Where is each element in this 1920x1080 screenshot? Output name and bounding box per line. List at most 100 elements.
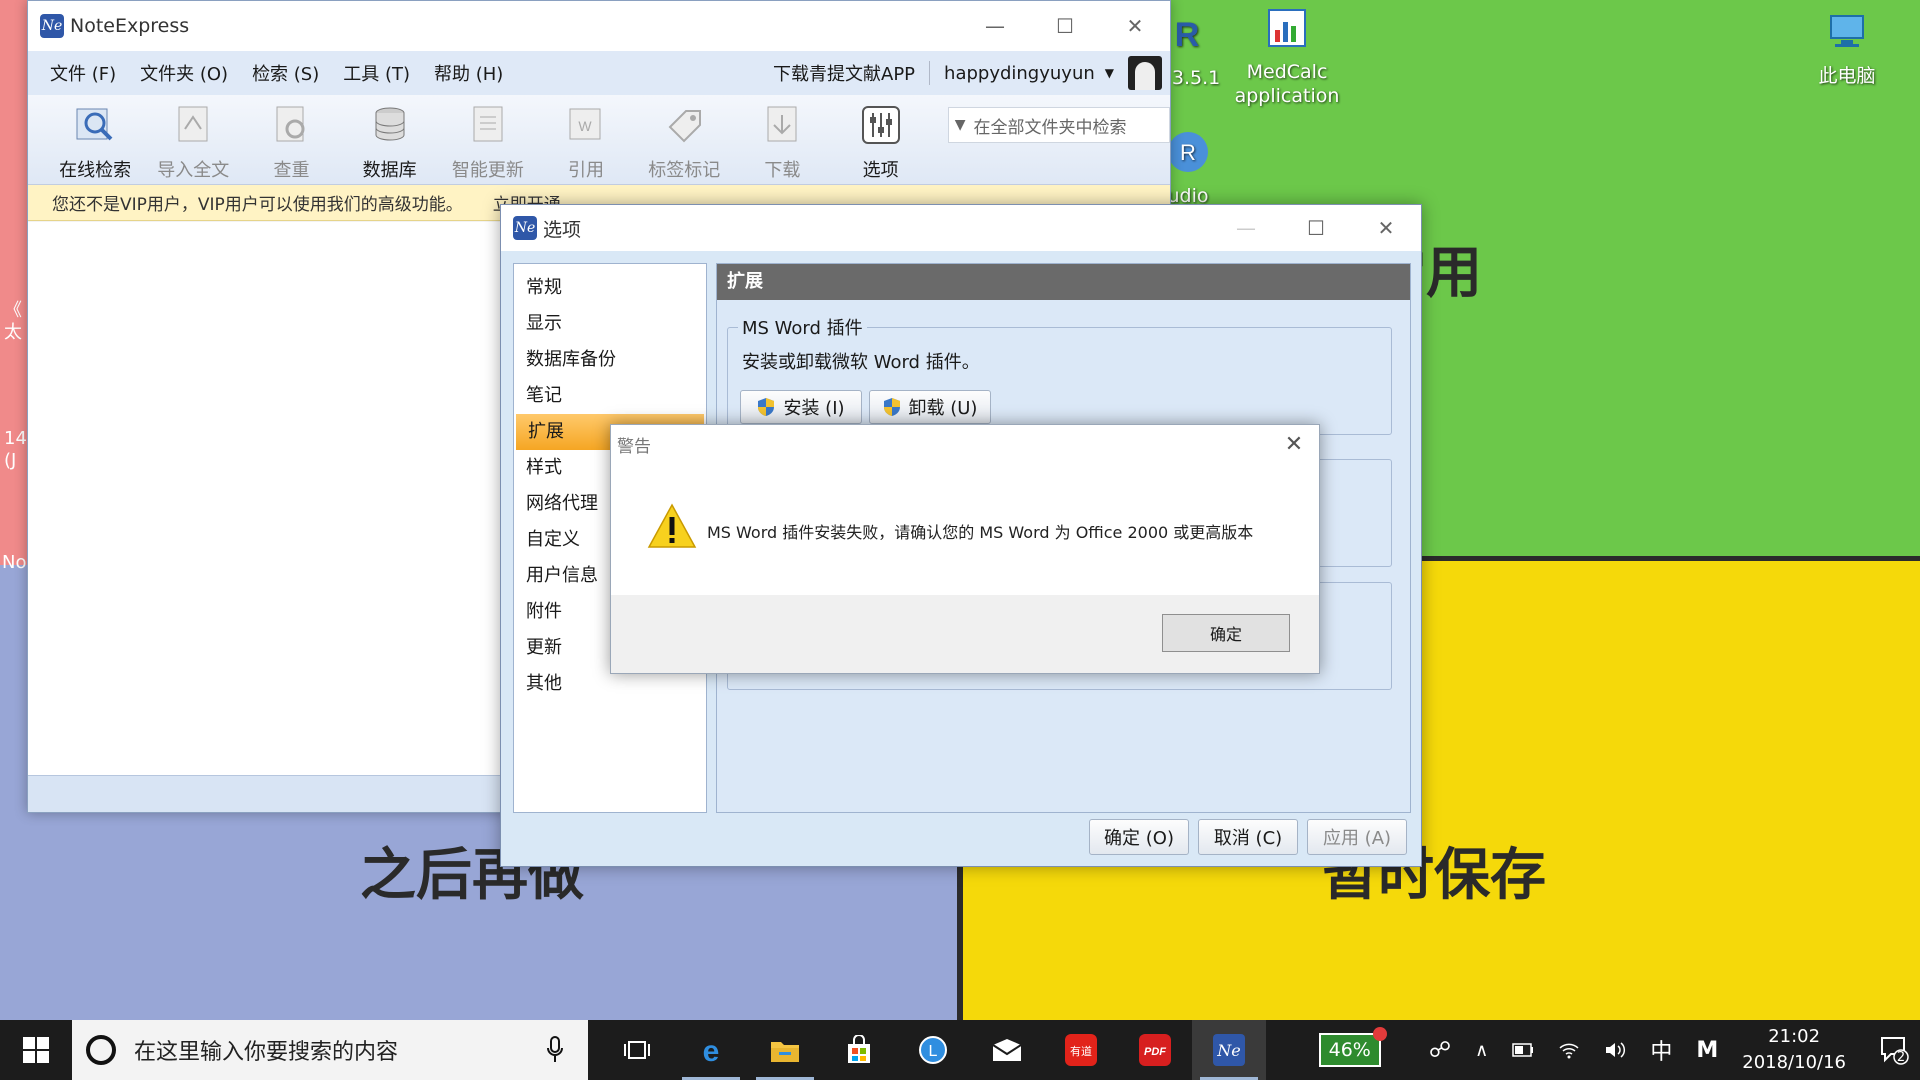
minimize-icon[interactable]: — [960,14,1030,38]
battery-percent-text: 46% [1328,1039,1371,1061]
toolbar-options[interactable]: 选项 [832,95,930,182]
close-icon[interactable]: ✕ [1100,14,1170,38]
svg-text:Ne: Ne [1216,1041,1240,1060]
taskbar: 在这里输入你要搜索的内容 e L 有道 PDF Ne 46% ☍ ∧ 中 M 2… [0,1020,1920,1080]
install-button-label: 安装 (I) [783,398,845,419]
mail-icon [992,1039,1022,1061]
toolbar-database-label: 数据库 [362,160,417,181]
svg-text:R: R [1175,16,1200,54]
desktop-icon-medcalc[interactable]: MedCalc application [1232,6,1342,108]
avatar[interactable] [1128,56,1162,90]
install-button[interactable]: 安装 (I) [740,390,862,424]
toolbar-smart-update[interactable]: 智能更新 [439,95,537,182]
taskbar-search-box[interactable]: 在这里输入你要搜索的内容 [72,1020,588,1080]
ime-language-indicator[interactable]: 中 [1650,1034,1672,1066]
system-tray: 46% ☍ ∧ 中 M 21:02 2018/10/16 2 [1318,1024,1920,1076]
toolbar-smart-update-label: 智能更新 [451,160,524,181]
microphone-icon[interactable] [546,1036,564,1064]
user-dropdown-arrow-icon[interactable]: ▼ [1105,66,1114,80]
options-titlebar: Ne 选项 — ☐ ✕ [501,205,1421,251]
options-app-icon: Ne [513,216,537,240]
folder-search-input[interactable]: ▼ 在全部文件夹中检索 [947,107,1170,143]
options-close-icon[interactable]: ✕ [1351,216,1421,240]
toolbar-tag-mark[interactable]: 标签标记 [635,95,733,182]
clock-date: 2018/10/16 [1742,1052,1846,1073]
options-ok-button[interactable]: 确定 (O) [1089,819,1189,855]
edge-icon: e [703,1035,720,1066]
toolbar-import-fulltext[interactable]: 导入全文 [144,95,242,182]
nav-notes[interactable]: 笔记 [514,378,706,414]
medcalc-icon [1268,9,1306,47]
uac-shield-icon [758,398,775,416]
menu-help[interactable]: 帮助 (H) [434,60,503,86]
toolbar-database[interactable]: 数据库 [341,95,439,182]
taskbar-explorer[interactable] [748,1020,822,1080]
ms-word-plugin-desc: 安装或卸载微软 Word 插件。 [742,352,980,373]
edge-text-2: 太 [4,322,22,343]
toolbar-download[interactable]: 下载 [733,95,831,182]
menu-file[interactable]: 文件 (F) [50,60,116,86]
menu-search[interactable]: 检索 (S) [252,60,319,86]
toolbar-cite[interactable]: W 引用 [537,95,635,182]
download-icon [767,106,797,142]
warning-dialog: 警告 ✕ MS Word 插件安装失败，请确认您的 MS Word 为 Offi… [610,424,1320,674]
nav-db-backup[interactable]: 数据库备份 [514,342,706,378]
taskbar-store[interactable] [822,1020,896,1080]
windows-logo-icon [23,1037,49,1063]
menu-tools[interactable]: 工具 (T) [343,60,410,86]
warning-ok-button[interactable]: 确定 [1162,614,1290,652]
youdao-dict-icon: 有道 [1065,1034,1097,1066]
rstudio-icon: R [1168,132,1208,172]
action-center-button[interactable]: 2 [1868,1035,1920,1065]
options-cancel-button[interactable]: 取消 (C) [1198,819,1298,855]
nav-general[interactable]: 常规 [514,270,706,306]
download-app-link[interactable]: 下载青提文献APP [773,60,915,86]
toolbar-dedupe[interactable]: 查重 [242,95,340,182]
menu-folder[interactable]: 文件夹 (O) [140,60,228,86]
notification-dot [1372,1027,1387,1041]
toolbar-online-search-label: 在线检索 [59,160,132,181]
wifi-icon[interactable] [1558,1041,1580,1059]
toolbar-options-label: 选项 [862,160,899,181]
ime-mode-indicator[interactable]: M [1696,1038,1718,1063]
battery-icon[interactable] [1512,1043,1534,1057]
taskbar-clock[interactable]: 21:02 2018/10/16 [1742,1024,1846,1076]
battery-percentage-badge[interactable]: 46% [1318,1027,1387,1067]
edge-text-1: 《 [4,300,22,321]
taskbar-youdao[interactable]: 有道 [1044,1020,1118,1080]
taskbar-app-l[interactable]: L [896,1020,970,1080]
task-view-button[interactable] [600,1020,674,1080]
options-maximize-icon[interactable]: ☐ [1281,216,1351,240]
noteexpress-icon: Ne [1213,1034,1245,1066]
clock-time: 21:02 [1768,1026,1821,1047]
people-icon[interactable]: ☍ [1429,1038,1451,1063]
taskbar-pdf[interactable]: PDF [1118,1020,1192,1080]
toolbar-online-search[interactable]: 在线检索 [46,95,144,182]
chevron-up-icon[interactable]: ∧ [1475,1040,1488,1061]
svg-text:有道: 有道 [1070,1044,1092,1058]
panel-title: 扩展 [717,264,1410,300]
desktop-edge-text-2: 14 (J [4,428,27,472]
desktop-icon-this-pc[interactable]: 此电脑 [1792,10,1902,88]
taskbar-edge[interactable]: e [674,1020,748,1080]
tag-icon [668,110,702,143]
vip-notice-text: 您还不是VIP用户，VIP用户可以使用我们的高级功能。 [52,195,463,215]
edge-text-5: No [2,552,27,573]
svg-text:W: W [578,118,592,134]
warning-close-icon[interactable]: ✕ [1269,432,1319,457]
svg-text:e: e [703,1035,720,1066]
options-cancel-label: 取消 (C) [1213,828,1283,849]
folder-search-placeholder: 在全部文件夹中检索 [973,117,1127,138]
taskbar-mail[interactable] [970,1020,1044,1080]
options-ok-label: 确定 (O) [1104,828,1174,849]
taskbar-noteexpress[interactable]: Ne [1192,1020,1266,1080]
start-button[interactable] [0,1020,72,1080]
username-dropdown[interactable]: happydingyuyun [944,63,1095,84]
pdf-icon: PDF [1139,1034,1171,1066]
toolbar-dedupe-label: 查重 [273,160,310,181]
volume-icon[interactable] [1604,1040,1626,1060]
nav-display[interactable]: 显示 [514,306,706,342]
uninstall-button[interactable]: 卸载 (U) [869,390,991,424]
maximize-icon[interactable]: ☐ [1030,14,1100,38]
desktop-edge-text: 《 太 [4,300,22,344]
